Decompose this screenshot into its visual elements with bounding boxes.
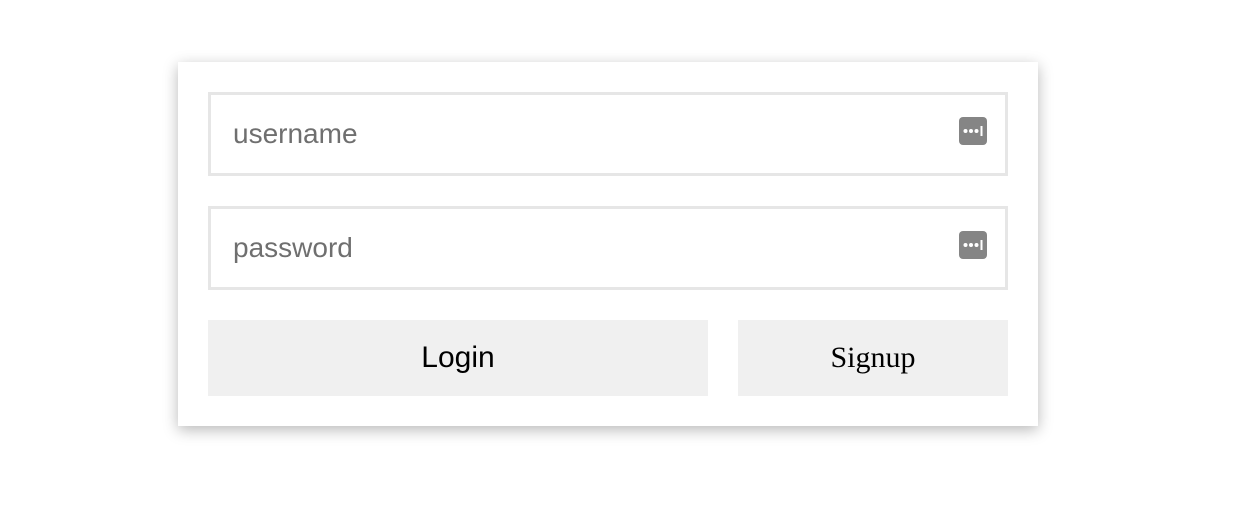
login-card: Login Signup [178, 62, 1038, 426]
key-dots-icon [963, 240, 983, 250]
password-field-wrapper [208, 206, 1008, 290]
key-dots-icon [963, 126, 983, 136]
username-field-wrapper [208, 92, 1008, 176]
password-input[interactable] [211, 209, 1005, 287]
password-manager-key-icon[interactable] [959, 231, 987, 259]
signup-button[interactable]: Signup [738, 320, 1008, 396]
login-button[interactable]: Login [208, 320, 708, 396]
username-input[interactable] [211, 95, 1005, 173]
password-manager-key-icon[interactable] [959, 117, 987, 145]
